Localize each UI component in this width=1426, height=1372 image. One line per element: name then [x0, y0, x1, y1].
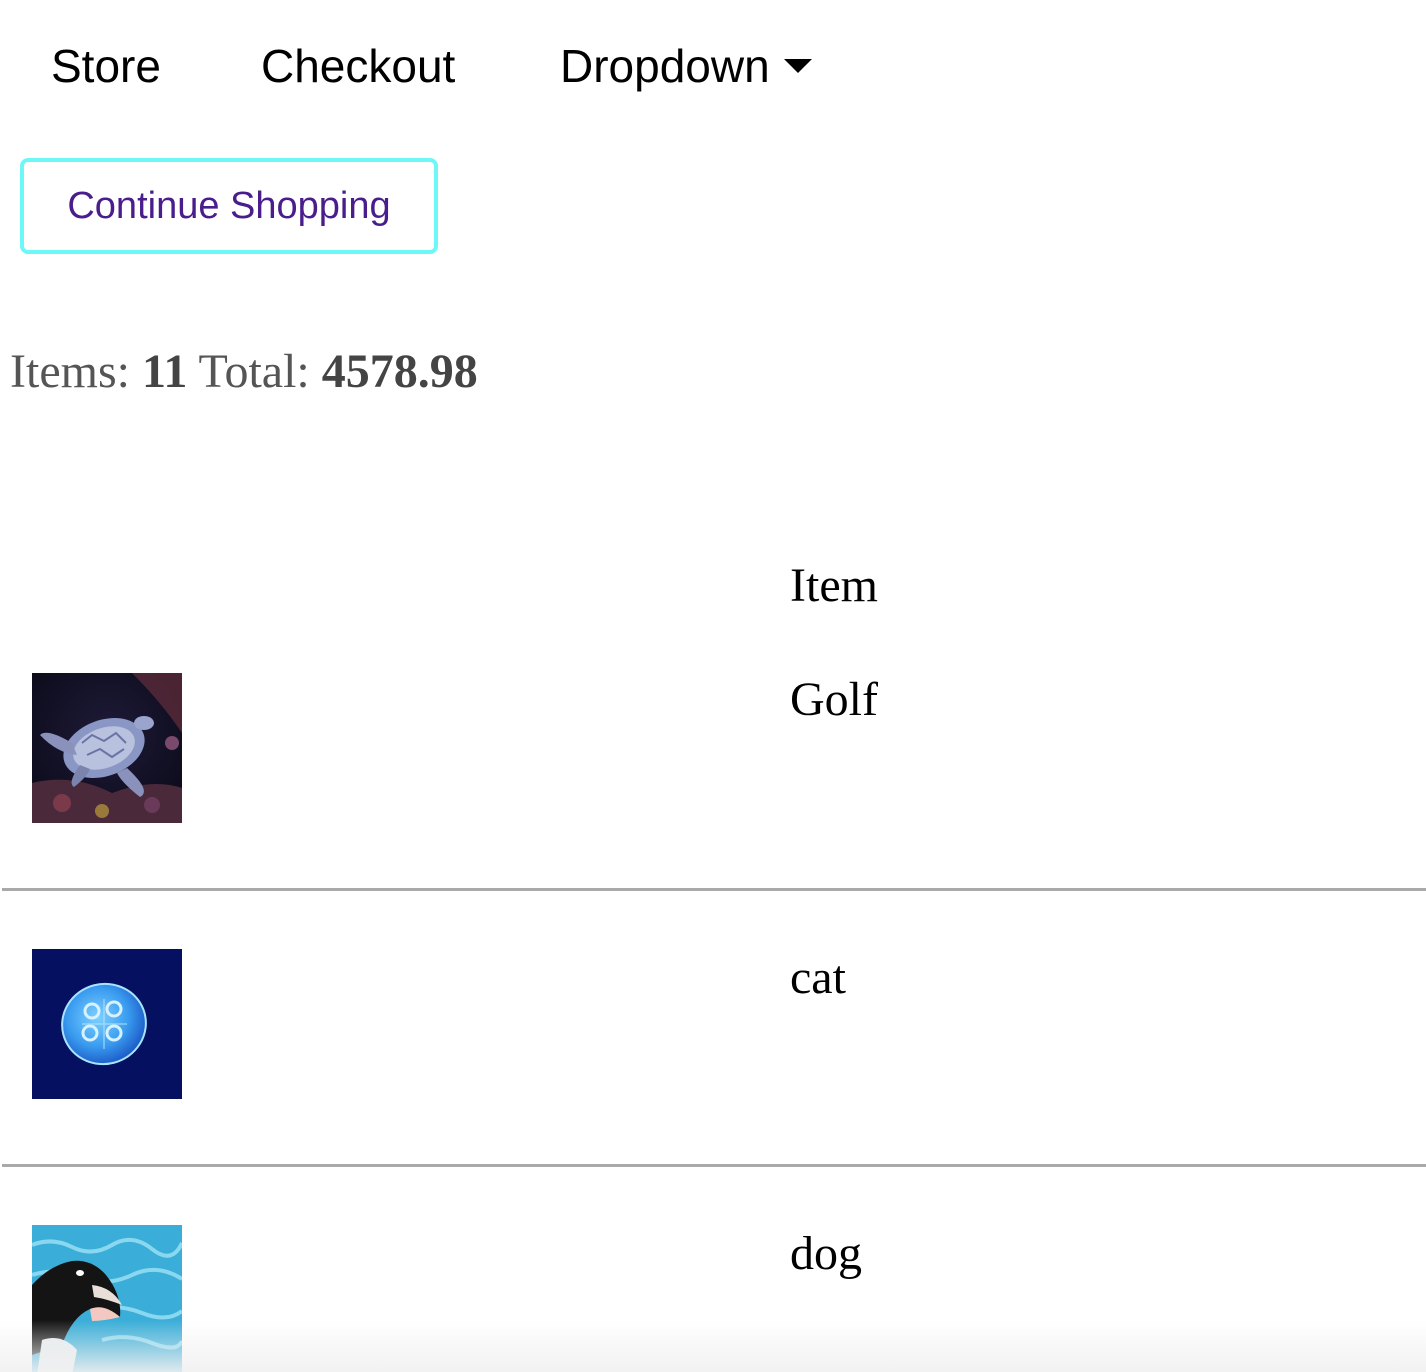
- sea-turtle-image: [32, 673, 182, 823]
- nav-dropdown-toggle[interactable]: Dropdown: [560, 38, 812, 94]
- top-nav: Store Checkout Dropdown: [0, 0, 1426, 130]
- nav-checkout-link[interactable]: Checkout: [261, 38, 455, 94]
- cart-summary: Items: 11 Total: 4578.98: [10, 340, 478, 404]
- nav-dropdown-label: Dropdown: [560, 40, 770, 92]
- jellyfish-image: [32, 949, 182, 1099]
- row-divider: [2, 888, 1426, 891]
- orca-image: [32, 1225, 182, 1372]
- table-row: dog: [0, 1224, 1426, 1372]
- total-value: 4578.98: [321, 345, 478, 398]
- continue-shopping-button[interactable]: Continue Shopping: [20, 158, 438, 254]
- item-name: dog: [790, 1227, 862, 1280]
- nav-store-link[interactable]: Store: [51, 38, 161, 94]
- item-name: cat: [790, 951, 846, 1004]
- column-header-item: Item: [790, 559, 878, 612]
- table-row: cat: [0, 948, 1426, 1148]
- row-divider: [2, 1164, 1426, 1167]
- item-name: Golf: [790, 673, 878, 726]
- items-label: Items:: [10, 345, 130, 398]
- caret-down-icon: [783, 58, 812, 73]
- total-label: Total:: [198, 345, 310, 398]
- items-count: 11: [141, 345, 188, 398]
- table-row: Golf: [0, 672, 1426, 872]
